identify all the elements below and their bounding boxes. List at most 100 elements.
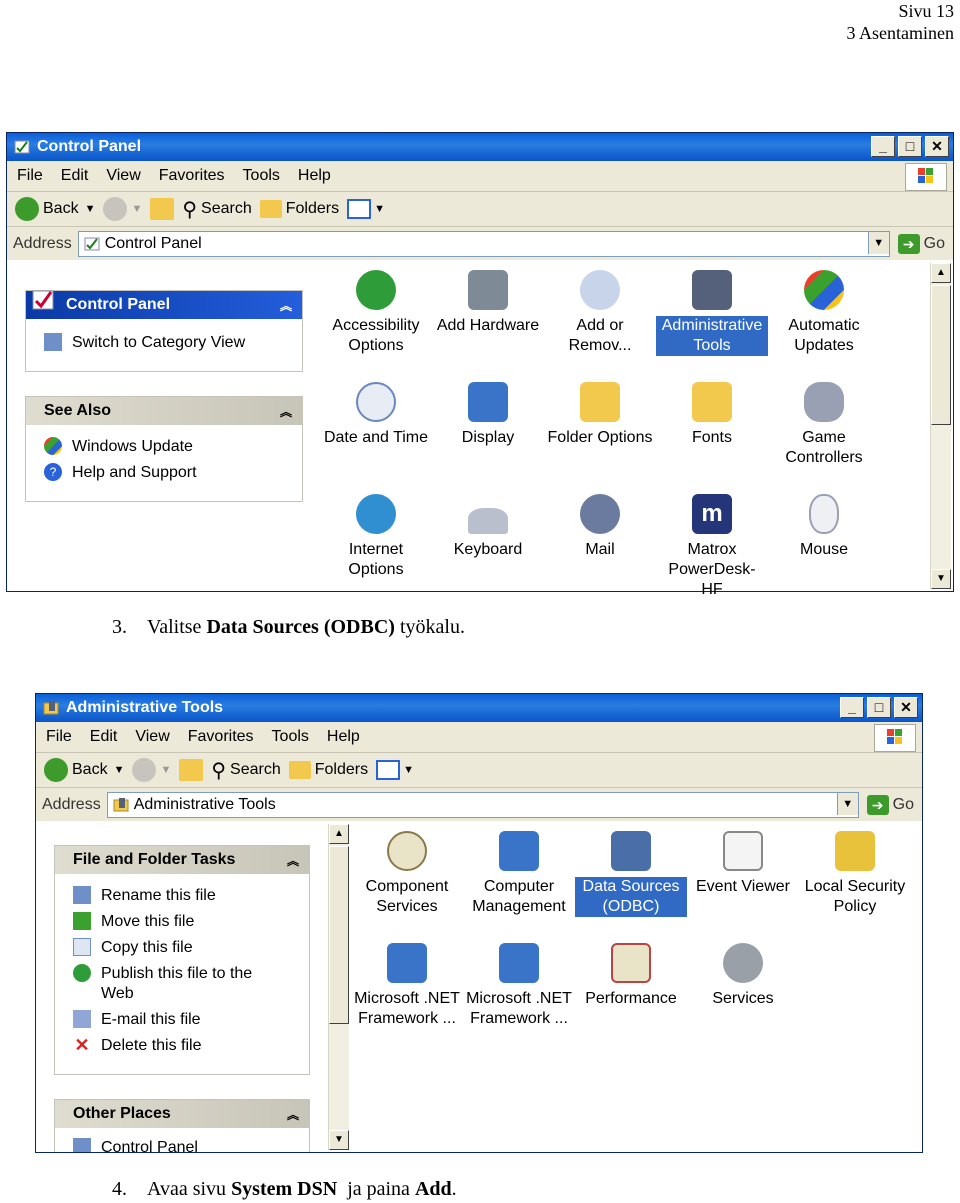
menu-favorites[interactable]: Favorites (188, 728, 254, 746)
address-dropdown-icon[interactable]: ▼ (867, 232, 889, 254)
scroll-up-icon[interactable]: ▲ (329, 824, 349, 844)
title-bar[interactable]: Control Panel _ □ ✕ (7, 133, 953, 161)
data-sources-odbc-item[interactable]: Data Sources (ODBC) (575, 831, 687, 917)
up-folder-button[interactable] (179, 759, 204, 781)
menu-edit[interactable]: Edit (90, 728, 118, 746)
add-remove-programs-icon (580, 270, 620, 310)
back-dropdown-icon[interactable]: ▼ (114, 764, 125, 776)
matrox-powerdesk-item[interactable]: m Matrox PowerDesk-HF (656, 494, 768, 600)
menu-tools[interactable]: Tools (272, 728, 309, 746)
pane-scrollbar[interactable]: ▲ ▼ (328, 824, 349, 1150)
file-folder-tasks-header[interactable]: File and Folder Tasks ︽ (55, 846, 309, 874)
add-hardware-item[interactable]: Add Hardware (432, 270, 544, 336)
mail-item[interactable]: Mail (544, 494, 656, 560)
menu-view[interactable]: View (106, 167, 140, 185)
collapse-icon[interactable]: ︽ (280, 403, 292, 420)
services-item[interactable]: Services (687, 943, 799, 1009)
delete-file-link[interactable]: ✕ Delete this file (55, 1036, 309, 1056)
windows-update-link[interactable]: Windows Update (26, 437, 302, 457)
search-icon: ⚲ (182, 198, 198, 221)
switch-category-view-link[interactable]: Switch to Category View (26, 333, 302, 353)
accessibility-options-item[interactable]: Accessibility Options (320, 270, 432, 356)
menu-favorites[interactable]: Favorites (159, 167, 225, 185)
event-viewer-item[interactable]: Event Viewer (687, 831, 799, 897)
menu-file[interactable]: File (17, 167, 43, 185)
scroll-up-icon[interactable]: ▲ (931, 263, 951, 283)
fonts-item[interactable]: Fonts (656, 382, 768, 448)
administrative-tools-item[interactable]: Administrative Tools (656, 270, 768, 356)
dotnet-configuration-item[interactable]: Microsoft .NET Framework ... (351, 943, 463, 1029)
title-bar[interactable]: Administrative Tools _ □ ✕ (36, 694, 922, 722)
see-also-header[interactable]: See Also ︽ (26, 397, 302, 425)
maximize-button[interactable]: □ (867, 697, 891, 718)
maximize-button[interactable]: □ (898, 136, 922, 157)
back-dropdown-icon[interactable]: ▼ (85, 203, 96, 215)
date-time-item[interactable]: Date and Time (320, 382, 432, 448)
mouse-item[interactable]: Mouse (768, 494, 880, 560)
back-button[interactable]: Back ▼ (15, 197, 95, 221)
go-button[interactable]: ➔ Go (866, 795, 914, 815)
vertical-scrollbar[interactable]: ▲ ▼ (930, 263, 951, 589)
control-panel-link[interactable]: Control Panel (55, 1138, 309, 1152)
control-panel-box-header[interactable]: Control Panel ︽ (26, 290, 302, 319)
publish-file-link[interactable]: Publish this file to the Web (55, 964, 309, 1004)
computer-management-item[interactable]: Computer Management (463, 831, 575, 917)
add-remove-programs-item[interactable]: Add or Remov... (544, 270, 656, 356)
other-places-header[interactable]: Other Places ︽ (55, 1100, 309, 1128)
email-file-link[interactable]: E-mail this file (55, 1010, 309, 1030)
close-button[interactable]: ✕ (894, 697, 918, 718)
minimize-button[interactable]: _ (871, 136, 895, 157)
collapse-icon[interactable]: ︽ (287, 1106, 299, 1123)
menu-file[interactable]: File (46, 728, 72, 746)
views-dropdown-icon[interactable]: ▼ (403, 764, 414, 776)
window-title: Administrative Tools (66, 699, 224, 716)
forward-button[interactable]: ▼ (103, 197, 142, 221)
scroll-thumb[interactable] (931, 285, 951, 425)
keyboard-item[interactable]: Keyboard (432, 494, 544, 560)
copy-file-link[interactable]: Copy this file (55, 938, 309, 958)
folder-options-item[interactable]: Folder Options (544, 382, 656, 448)
help-support-link[interactable]: ? Help and Support (26, 463, 302, 483)
internet-options-item[interactable]: Internet Options (320, 494, 432, 580)
display-item[interactable]: Display (432, 382, 544, 448)
scroll-down-icon[interactable]: ▼ (329, 1130, 349, 1150)
address-input[interactable]: Control Panel ▼ (77, 231, 890, 257)
local-security-policy-item[interactable]: Local Security Policy (799, 831, 911, 917)
performance-item[interactable]: Performance (575, 943, 687, 1009)
administrative-tools-icon (113, 798, 129, 812)
address-input[interactable]: Administrative Tools ▼ (106, 792, 859, 818)
close-button[interactable]: ✕ (925, 136, 949, 157)
up-folder-button[interactable] (150, 198, 175, 220)
forward-arrow-icon (132, 758, 157, 782)
views-dropdown-icon[interactable]: ▼ (374, 203, 385, 215)
forward-dropdown-icon[interactable]: ▼ (131, 203, 142, 215)
rename-file-link[interactable]: Rename this file (55, 886, 309, 906)
component-services-item[interactable]: Component Services (351, 831, 463, 917)
automatic-updates-item[interactable]: Automatic Updates (768, 270, 880, 356)
go-button[interactable]: ➔ Go (897, 234, 945, 254)
menu-help[interactable]: Help (327, 728, 360, 746)
folders-button[interactable]: Folders (259, 200, 339, 218)
game-controllers-item[interactable]: Game Controllers (768, 382, 880, 468)
menu-help[interactable]: Help (298, 167, 331, 185)
menu-edit[interactable]: Edit (61, 167, 89, 185)
search-button[interactable]: ⚲ Search (182, 197, 251, 222)
menu-view[interactable]: View (135, 728, 169, 746)
dotnet-wizards-item[interactable]: Microsoft .NET Framework ... (463, 943, 575, 1029)
back-button[interactable]: Back ▼ (44, 758, 124, 782)
minimize-button[interactable]: _ (840, 697, 864, 718)
address-dropdown-icon[interactable]: ▼ (836, 793, 858, 815)
views-button[interactable]: ▼ (376, 760, 414, 780)
views-button[interactable]: ▼ (347, 199, 385, 219)
folders-button[interactable]: Folders (288, 761, 368, 779)
forward-dropdown-icon[interactable]: ▼ (160, 764, 171, 776)
move-file-link[interactable]: Move this file (55, 912, 309, 932)
collapse-icon[interactable]: ︽ (287, 852, 299, 869)
content-area: File and Folder Tasks ︽ Rename this file … (36, 821, 922, 1152)
collapse-icon[interactable]: ︽ (280, 297, 292, 314)
scroll-down-icon[interactable]: ▼ (931, 569, 951, 589)
search-button[interactable]: ⚲ Search (211, 758, 280, 783)
menu-tools[interactable]: Tools (243, 167, 280, 185)
forward-button[interactable]: ▼ (132, 758, 171, 782)
scroll-thumb[interactable] (329, 846, 349, 1024)
